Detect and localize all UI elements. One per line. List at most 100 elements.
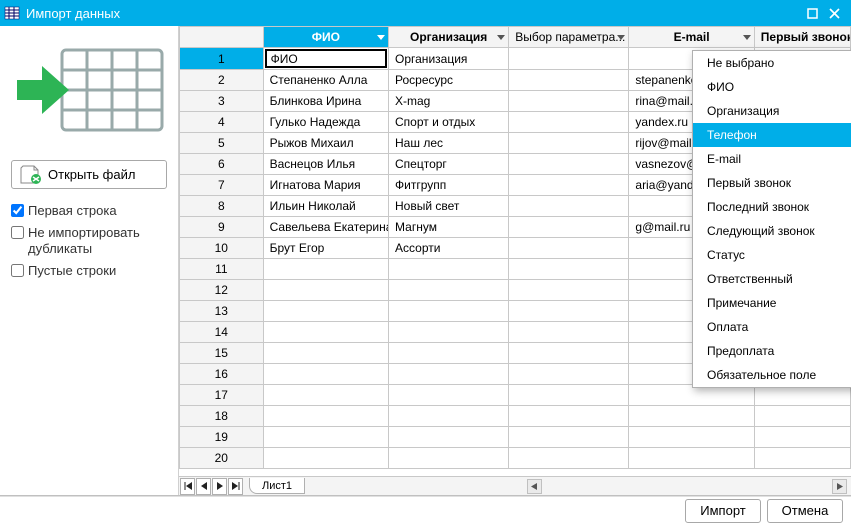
cell-fio[interactable]: Брут Егор	[263, 238, 388, 259]
cell-fio[interactable]	[263, 322, 388, 343]
cell[interactable]	[509, 301, 629, 322]
checkbox-no-duplicates[interactable]: Не импортировать дубликаты	[11, 225, 167, 257]
row-number[interactable]: 10	[180, 238, 264, 259]
cell[interactable]	[509, 196, 629, 217]
cell-fio[interactable]	[263, 364, 388, 385]
row-number[interactable]: 11	[180, 259, 264, 280]
col-header-org[interactable]: Организация	[389, 27, 509, 48]
cell-fio[interactable]	[263, 259, 388, 280]
row-number[interactable]: 12	[180, 280, 264, 301]
grid-scroll[interactable]: ФИО Организация Выбор параметра...	[179, 26, 851, 476]
row-number[interactable]: 17	[180, 385, 264, 406]
cell[interactable]	[509, 154, 629, 175]
row-number[interactable]: 3	[180, 91, 264, 112]
cell[interactable]: Росресурс	[389, 70, 509, 91]
row-number[interactable]: 14	[180, 322, 264, 343]
sheet-nav-next[interactable]	[212, 478, 227, 495]
checkbox-empty-rows[interactable]: Пустые строки	[11, 263, 167, 279]
checkbox-first-row[interactable]: Первая строка	[11, 203, 167, 219]
active-cell-input[interactable]	[265, 49, 387, 68]
cell[interactable]	[509, 175, 629, 196]
cell-fio[interactable]	[263, 448, 388, 469]
cell-fio[interactable]: Игнатова Мария	[263, 175, 388, 196]
dropdown-item[interactable]: Ответственный	[693, 267, 851, 291]
hscroll-left[interactable]	[527, 479, 542, 494]
cell[interactable]	[509, 259, 629, 280]
column-mapping-dropdown[interactable]: Не выбраноФИООрганизацияТелефонE-mailПер…	[692, 50, 851, 388]
cell-fio[interactable]: Рыжов Михаил	[263, 133, 388, 154]
row-number[interactable]: 8	[180, 196, 264, 217]
cell-fio[interactable]	[263, 406, 388, 427]
dropdown-item[interactable]: ФИО	[693, 75, 851, 99]
dropdown-item[interactable]: Статус	[693, 243, 851, 267]
cell[interactable]	[509, 385, 629, 406]
import-button[interactable]: Импорт	[685, 499, 761, 523]
cell[interactable]	[389, 343, 509, 364]
hscroll-right[interactable]	[832, 479, 847, 494]
row-number[interactable]: 4	[180, 112, 264, 133]
cell[interactable]	[389, 406, 509, 427]
cell[interactable]: Ассорти	[389, 238, 509, 259]
cell[interactable]	[629, 427, 754, 448]
sheet-tab[interactable]: Лист1	[249, 478, 305, 494]
cell[interactable]: Наш лес	[389, 133, 509, 154]
cell[interactable]	[754, 448, 850, 469]
cell[interactable]	[509, 280, 629, 301]
cell[interactable]	[509, 448, 629, 469]
cell[interactable]	[509, 406, 629, 427]
cell[interactable]	[509, 112, 629, 133]
col-header-rownum[interactable]	[180, 27, 264, 48]
cell[interactable]: Магнум	[389, 217, 509, 238]
dropdown-item[interactable]: Оплата	[693, 315, 851, 339]
cell-fio[interactable]	[263, 301, 388, 322]
row-number[interactable]: 2	[180, 70, 264, 91]
cell[interactable]: Фитгрупп	[389, 175, 509, 196]
sheet-nav-last[interactable]	[228, 478, 243, 495]
row-number[interactable]: 9	[180, 217, 264, 238]
sheet-nav-prev[interactable]	[196, 478, 211, 495]
cell[interactable]	[509, 133, 629, 154]
checkbox-no-duplicates-input[interactable]	[11, 226, 24, 239]
row-number[interactable]: 19	[180, 427, 264, 448]
cell[interactable]	[629, 448, 754, 469]
row-number[interactable]: 5	[180, 133, 264, 154]
cell[interactable]: Спорт и отдых	[389, 112, 509, 133]
cell-fio[interactable]	[263, 48, 388, 70]
cell[interactable]: Спецторг	[389, 154, 509, 175]
cell[interactable]	[389, 385, 509, 406]
cell-fio[interactable]: Савельева Екатерина	[263, 217, 388, 238]
cell-fio[interactable]	[263, 385, 388, 406]
row-number[interactable]: 18	[180, 406, 264, 427]
chevron-down-icon[interactable]	[616, 32, 626, 42]
cell[interactable]	[389, 448, 509, 469]
horizontal-scrollbar[interactable]	[305, 479, 851, 494]
cell-fio[interactable]: Гулько Надежда	[263, 112, 388, 133]
cell-fio[interactable]: Степаненко Алла	[263, 70, 388, 91]
dropdown-item[interactable]: Обязательное поле	[693, 363, 851, 387]
cell[interactable]	[509, 427, 629, 448]
cell[interactable]	[754, 406, 850, 427]
cell[interactable]	[509, 364, 629, 385]
cell-fio[interactable]: Васнецов Илья	[263, 154, 388, 175]
cell[interactable]	[509, 343, 629, 364]
checkbox-empty-rows-input[interactable]	[11, 264, 24, 277]
chevron-down-icon[interactable]	[742, 32, 752, 42]
cell-fio[interactable]	[263, 343, 388, 364]
cell[interactable]	[509, 217, 629, 238]
cell[interactable]	[509, 238, 629, 259]
close-button[interactable]	[823, 4, 845, 22]
dropdown-item[interactable]: Следующий звонок	[693, 219, 851, 243]
cell-fio[interactable]: Ильин Николай	[263, 196, 388, 217]
row-number[interactable]: 20	[180, 448, 264, 469]
row-number[interactable]: 1	[180, 48, 264, 70]
cell[interactable]	[389, 322, 509, 343]
dropdown-item[interactable]: E-mail	[693, 147, 851, 171]
row-number[interactable]: 15	[180, 343, 264, 364]
cell[interactable]	[389, 427, 509, 448]
cell[interactable]: Новый свет	[389, 196, 509, 217]
row-number[interactable]: 7	[180, 175, 264, 196]
cell[interactable]	[509, 48, 629, 70]
cancel-button[interactable]: Отмена	[767, 499, 843, 523]
row-number[interactable]: 16	[180, 364, 264, 385]
cell[interactable]	[754, 427, 850, 448]
